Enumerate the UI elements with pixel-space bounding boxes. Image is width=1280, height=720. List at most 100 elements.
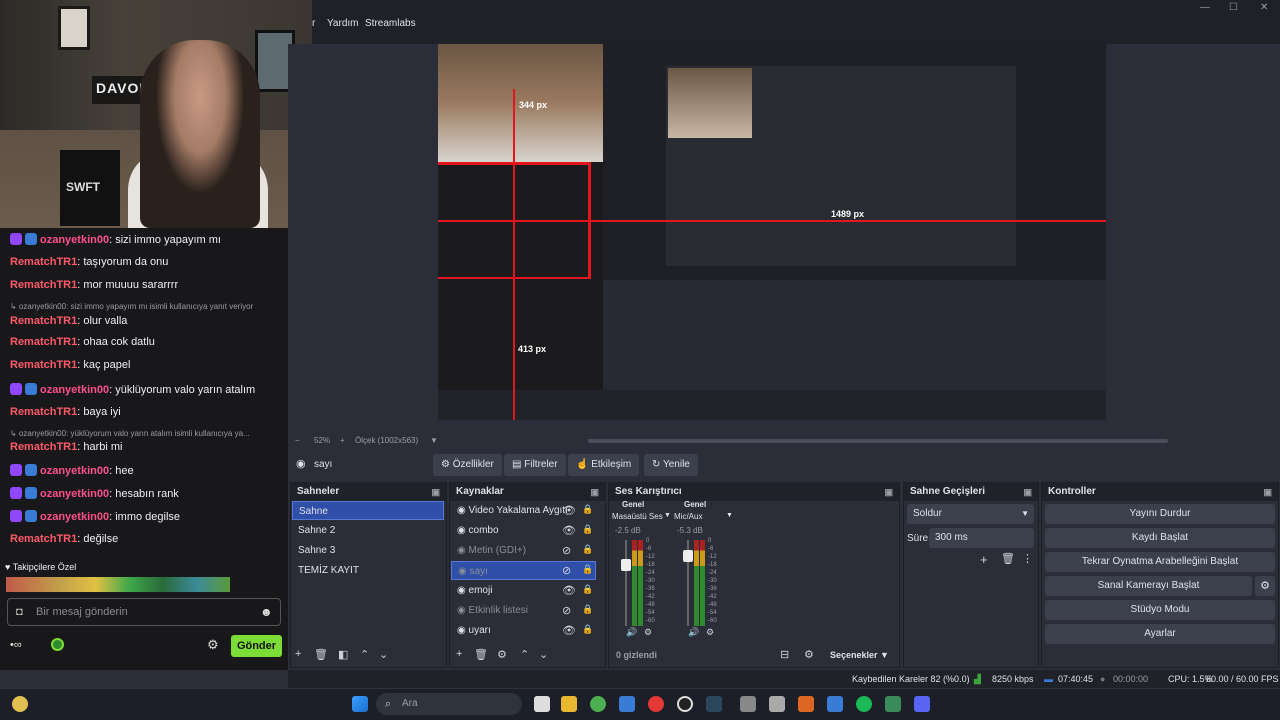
dock-float-icon[interactable]: ▣	[431, 483, 440, 501]
store-icon[interactable]	[619, 696, 635, 712]
chat-username[interactable]: RematchTR1	[10, 256, 77, 268]
menu-item-streamlabs[interactable]: Streamlabs	[365, 18, 416, 29]
app-icon[interactable]	[648, 696, 664, 712]
remove-transition-icon[interactable]: 🗑	[1001, 552, 1015, 565]
remove-source-icon[interactable]: 🗑	[474, 648, 488, 661]
chat-username[interactable]: RematchTR1	[10, 533, 77, 545]
dock-float-icon[interactable]: ▣	[884, 483, 893, 501]
mute-icon[interactable]: 🔊	[626, 627, 637, 638]
scene-item[interactable]: Sahne	[292, 501, 444, 520]
app-icon[interactable]	[885, 696, 901, 712]
chat-username[interactable]: ozanyetkin00	[40, 488, 109, 500]
refresh-button[interactable]: ↻ Yenile	[644, 454, 698, 476]
virtual-camera-gear-icon[interactable]: ⚙	[1255, 576, 1275, 596]
chat-username[interactable]: RematchTR1	[10, 315, 77, 327]
taskbar-search[interactable]: ⌕ Ara	[376, 693, 522, 715]
zoom-out-icon[interactable]: −	[295, 436, 300, 445]
eye-hidden-icon[interactable]: ⊘	[562, 564, 571, 577]
channel-name[interactable]: Mic/Aux	[674, 512, 726, 521]
channel-name[interactable]: Masaüstü Ses	[612, 512, 664, 521]
spotify-icon[interactable]	[856, 696, 872, 712]
source-settings-gear-icon[interactable]: ⚙	[497, 648, 507, 661]
zoom-in-icon[interactable]: +	[340, 436, 345, 445]
chat-username[interactable]: RematchTR1	[10, 279, 77, 291]
move-down-icon[interactable]: ⌄	[539, 648, 548, 661]
add-source-icon[interactable]: +	[456, 648, 462, 660]
scene-item[interactable]: Sahne 3	[292, 541, 444, 560]
start-virtual-camera-button[interactable]: Sanal Kamerayı Başlat	[1045, 576, 1252, 596]
source-item[interactable]: ◉ sayı	[451, 561, 596, 580]
preview-canvas[interactable]: 344 px 1489 px 413 px	[438, 44, 1106, 420]
menu-item-partial[interactable]: r	[312, 18, 315, 29]
scene-filters-icon[interactable]: ◧	[338, 648, 348, 661]
stop-stream-button[interactable]: Yayını Durdur	[1045, 504, 1275, 524]
lock-icon[interactable]: 🔒	[582, 624, 593, 635]
transition-menu-icon[interactable]: ⋮	[1022, 552, 1033, 565]
close-icon[interactable]: ✕	[1260, 2, 1268, 13]
emote-row[interactable]	[6, 577, 230, 592]
volume-slider[interactable]	[625, 540, 627, 626]
lock-icon[interactable]: 🔒	[582, 564, 593, 575]
chat-username[interactable]: ozanyetkin00	[40, 234, 109, 246]
app-icon[interactable]	[769, 696, 785, 712]
chat-username[interactable]: RematchTR1	[10, 359, 77, 371]
move-up-icon[interactable]: ⌃	[360, 648, 369, 661]
chat-username[interactable]: ozanyetkin00	[40, 465, 109, 477]
chat-username[interactable]: RematchTR1	[10, 441, 77, 453]
weather-icon[interactable]	[12, 696, 28, 712]
channel-menu-icon[interactable]: ▼	[664, 512, 671, 519]
chat-username[interactable]: RematchTR1	[10, 406, 77, 418]
settings-button[interactable]: Ayarlar	[1045, 624, 1275, 644]
eye-icon[interactable]: 👁	[562, 524, 576, 537]
eye-hidden-icon[interactable]: ⊘	[562, 544, 571, 557]
lock-icon[interactable]: 🔒	[582, 604, 593, 615]
volume-slider-handle[interactable]	[621, 559, 631, 571]
eye-icon[interactable]: 👁	[562, 504, 576, 517]
scene-item[interactable]: Sahne 2	[292, 521, 444, 540]
mixer-options-button[interactable]: Seçenekler ▼	[830, 650, 889, 660]
chat-input[interactable]: ◘ Bir mesaj gönderin ☻	[7, 598, 281, 626]
move-up-icon[interactable]: ⌃	[520, 648, 529, 661]
app-icon[interactable]	[740, 696, 756, 712]
app-icon[interactable]	[827, 696, 843, 712]
chat-settings-gear-icon[interactable]: ⚙	[207, 637, 219, 653]
eye-icon[interactable]: 👁	[562, 624, 576, 637]
chat-username[interactable]: ozanyetkin00	[40, 511, 109, 523]
chrome-icon[interactable]	[590, 696, 606, 712]
dock-float-icon[interactable]: ▣	[1023, 483, 1032, 501]
eye-hidden-icon[interactable]: ⊘	[562, 604, 571, 617]
source-item[interactable]: ◉ Etkinlik listesi	[451, 601, 596, 620]
lock-icon[interactable]: 🔒	[582, 544, 593, 555]
obs-icon[interactable]	[677, 696, 693, 712]
interact-button[interactable]: ☝ Etkileşim	[568, 454, 640, 476]
start-menu-icon[interactable]	[352, 696, 368, 712]
source-item[interactable]: ◉ Metin (GDI+)	[451, 541, 596, 560]
minimize-icon[interactable]: —	[1200, 2, 1210, 13]
scene-item[interactable]: TEMİZ KAYIT	[292, 561, 444, 580]
lock-icon[interactable]: 🔒	[582, 584, 593, 595]
lock-icon[interactable]: 🔒	[582, 504, 593, 515]
start-recording-button[interactable]: Kaydı Başlat	[1045, 528, 1275, 548]
filters-button[interactable]: ▤ Filtreler	[504, 454, 566, 476]
properties-button[interactable]: ⚙ Özellikler	[433, 454, 502, 476]
move-down-icon[interactable]: ⌄	[379, 648, 388, 661]
remove-scene-icon[interactable]: 🗑	[314, 648, 328, 661]
horizontal-scrollbar[interactable]	[588, 439, 1168, 443]
transition-select[interactable]: Soldur ▼	[907, 504, 1034, 524]
bits-icon[interactable]	[51, 638, 64, 651]
add-transition-icon[interactable]: +	[980, 552, 988, 567]
lock-icon[interactable]: 🔒	[582, 524, 593, 535]
duration-input[interactable]: 300 ms	[929, 528, 1034, 548]
discord-icon[interactable]	[914, 696, 930, 712]
dock-float-icon[interactable]: ▣	[590, 483, 599, 501]
channel-points-icon[interactable]: •∞	[10, 639, 22, 651]
studio-mode-button[interactable]: Stüdyo Modu	[1045, 600, 1275, 620]
mixer-advanced-icon[interactable]: ⚙	[804, 648, 814, 661]
dock-float-icon[interactable]: ▣	[1263, 483, 1272, 501]
mixer-layout-icon[interactable]: ⊟	[780, 648, 789, 661]
file-explorer-icon[interactable]	[561, 696, 577, 712]
eye-icon[interactable]: 👁	[562, 584, 576, 597]
start-replay-buffer-button[interactable]: Tekrar Oynatma Arabelleğini Başlat	[1045, 552, 1275, 572]
maximize-icon[interactable]: ☐	[1229, 2, 1238, 13]
channel-settings-icon[interactable]: ⚙	[706, 627, 714, 638]
